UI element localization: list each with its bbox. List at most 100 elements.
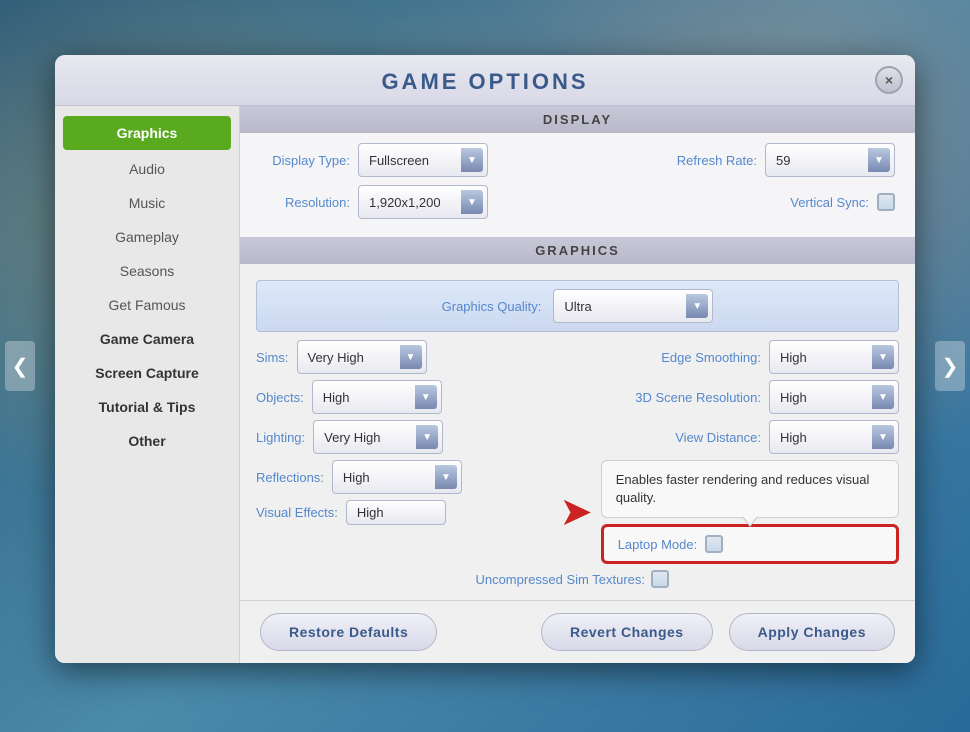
sims-arrow: ▼ bbox=[400, 345, 422, 369]
lighting-view-row: Lighting: Very High ▼ View Distance: Hig… bbox=[256, 420, 899, 454]
resolution-dropdown[interactable]: 1,920x1,200 ▼ bbox=[358, 185, 488, 219]
sidebar: Graphics Audio Music Gameplay Seasons Ge… bbox=[55, 106, 240, 663]
visual-effects-group: Visual Effects: High bbox=[256, 500, 539, 525]
lighting-group: Lighting: Very High ▼ bbox=[256, 420, 568, 454]
main-content: Display Display Type: Fullscreen ▼ Refre… bbox=[240, 106, 915, 663]
vertical-sync-group: Vertical Sync: bbox=[583, 193, 896, 211]
display-type-dropdown[interactable]: Fullscreen ▼ bbox=[358, 143, 488, 177]
refresh-rate-group: Refresh Rate: 59 ▼ bbox=[583, 143, 896, 177]
reflections-area: Reflections: High ▼ Visual Effects: bbox=[256, 460, 899, 564]
sidebar-item-graphics[interactable]: Graphics bbox=[63, 116, 231, 150]
view-distance-dropdown[interactable]: High ▼ bbox=[769, 420, 899, 454]
apply-changes-button[interactable]: Apply Changes bbox=[729, 613, 895, 651]
sidebar-item-tutorial-tips[interactable]: Tutorial & Tips bbox=[55, 390, 239, 424]
sidebar-item-get-famous[interactable]: Get Famous bbox=[55, 288, 239, 322]
graphics-quality-arrow: ▼ bbox=[686, 294, 708, 318]
display-type-arrow: ▼ bbox=[461, 148, 483, 172]
graphics-quality-row: Graphics Quality: Ultra ▼ bbox=[256, 280, 899, 332]
sims-group: Sims: Very High ▼ bbox=[256, 340, 568, 374]
footer-right-buttons: Revert Changes Apply Changes bbox=[541, 613, 895, 651]
laptop-mode-row: Laptop Mode: bbox=[601, 524, 899, 564]
display-type-label: Display Type: bbox=[260, 153, 350, 168]
laptop-mode-checkbox[interactable] bbox=[705, 535, 723, 553]
visual-effects-label: Visual Effects: bbox=[256, 505, 338, 520]
tooltip-box: Enables faster rendering and reduces vis… bbox=[601, 460, 899, 518]
tooltip-laptop-container: Enables faster rendering and reduces vis… bbox=[601, 460, 899, 564]
dialog-header: Game Options × bbox=[55, 55, 915, 106]
scene-res-arrow: ▼ bbox=[872, 385, 894, 409]
tooltip-area: ➤ Enables faster rendering and reduces v… bbox=[559, 460, 899, 564]
uncompressed-textures-label: Uncompressed Sim Textures: bbox=[475, 572, 645, 587]
reflections-visual-left: Reflections: High ▼ Visual Effects: bbox=[256, 460, 539, 564]
edge-smoothing-arrow: ▼ bbox=[872, 345, 894, 369]
resolution-label: Resolution: bbox=[260, 195, 350, 210]
sidebar-item-audio[interactable]: Audio bbox=[55, 152, 239, 186]
dialog-body: Graphics Audio Music Gameplay Seasons Ge… bbox=[55, 106, 915, 663]
view-distance-label: View Distance: bbox=[675, 430, 761, 445]
reflections-row: Reflections: High ▼ bbox=[256, 460, 539, 494]
vertical-sync-label: Vertical Sync: bbox=[790, 195, 869, 210]
objects-label: Objects: bbox=[256, 390, 304, 405]
sidebar-item-seasons[interactable]: Seasons bbox=[55, 254, 239, 288]
sims-dropdown[interactable]: Very High ▼ bbox=[297, 340, 427, 374]
red-arrow-container: ➤ bbox=[559, 492, 593, 532]
red-arrow-icon: ➤ bbox=[559, 492, 593, 532]
tooltip-tail-inner bbox=[743, 516, 757, 525]
lighting-dropdown[interactable]: Very High ▼ bbox=[313, 420, 443, 454]
edge-smoothing-label: Edge Smoothing: bbox=[661, 350, 761, 365]
display-settings: Display Type: Fullscreen ▼ Refresh Rate:… bbox=[240, 133, 915, 237]
game-options-dialog: Game Options × Graphics Audio Music Game… bbox=[55, 55, 915, 663]
revert-changes-button[interactable]: Revert Changes bbox=[541, 613, 713, 651]
reflections-dropdown[interactable]: High ▼ bbox=[332, 460, 462, 494]
visual-effects-dropdown[interactable]: High bbox=[346, 500, 446, 525]
sidebar-item-game-camera[interactable]: Game Camera bbox=[55, 322, 239, 356]
sims-label: Sims: bbox=[256, 350, 289, 365]
reflections-group: Reflections: High ▼ bbox=[256, 460, 539, 494]
restore-defaults-button[interactable]: Restore Defaults bbox=[260, 613, 437, 651]
visual-effects-row: Visual Effects: High bbox=[256, 500, 539, 525]
nav-arrow-right[interactable]: ❯ bbox=[935, 341, 965, 391]
graphics-quality-dropdown[interactable]: Ultra ▼ bbox=[553, 289, 713, 323]
resolution-arrow: ▼ bbox=[461, 190, 483, 214]
display-type-row: Display Type: Fullscreen ▼ Refresh Rate:… bbox=[260, 143, 895, 177]
sidebar-item-screen-capture[interactable]: Screen Capture bbox=[55, 356, 239, 390]
scene-res-dropdown[interactable]: High ▼ bbox=[769, 380, 899, 414]
scene-res-group: 3D Scene Resolution: High ▼ bbox=[588, 380, 900, 414]
uncompressed-textures-checkbox[interactable] bbox=[651, 570, 669, 588]
edge-smoothing-dropdown[interactable]: High ▼ bbox=[769, 340, 899, 374]
graphics-settings: Graphics Quality: Ultra ▼ Sims: Very Hig… bbox=[240, 264, 915, 600]
edge-smoothing-group: Edge Smoothing: High ▼ bbox=[588, 340, 900, 374]
uncompressed-textures-row: Uncompressed Sim Textures: bbox=[256, 570, 899, 588]
objects-group: Objects: High ▼ bbox=[256, 380, 568, 414]
graphics-quality-label: Graphics Quality: bbox=[442, 299, 542, 314]
view-distance-group: View Distance: High ▼ bbox=[588, 420, 900, 454]
display-section-header: Display bbox=[240, 106, 915, 133]
refresh-rate-dropdown[interactable]: 59 ▼ bbox=[765, 143, 895, 177]
sims-edge-row: Sims: Very High ▼ Edge Smoothing: High ▼ bbox=[256, 340, 899, 374]
objects-dropdown[interactable]: High ▼ bbox=[312, 380, 442, 414]
reflections-arrow: ▼ bbox=[435, 465, 457, 489]
vertical-sync-checkbox[interactable] bbox=[877, 193, 895, 211]
sidebar-item-other[interactable]: Other bbox=[55, 424, 239, 458]
nav-arrow-left[interactable]: ❮ bbox=[5, 341, 35, 391]
objects-scene-row: Objects: High ▼ 3D Scene Resolution: Hig… bbox=[256, 380, 899, 414]
dialog-title: Game Options bbox=[381, 69, 588, 94]
sidebar-item-music[interactable]: Music bbox=[55, 186, 239, 220]
resolution-group: Resolution: 1,920x1,200 ▼ bbox=[260, 185, 573, 219]
tooltip-text: Enables faster rendering and reduces vis… bbox=[616, 472, 870, 505]
dialog-footer: Restore Defaults Revert Changes Apply Ch… bbox=[240, 600, 915, 663]
view-distance-arrow: ▼ bbox=[872, 425, 894, 449]
objects-arrow: ▼ bbox=[415, 385, 437, 409]
resolution-row: Resolution: 1,920x1,200 ▼ Vertical Sync: bbox=[260, 185, 895, 219]
graphics-section-header: Graphics bbox=[240, 237, 915, 264]
refresh-rate-label: Refresh Rate: bbox=[677, 153, 757, 168]
scene-res-label: 3D Scene Resolution: bbox=[635, 390, 761, 405]
reflections-label: Reflections: bbox=[256, 470, 324, 485]
sidebar-item-gameplay[interactable]: Gameplay bbox=[55, 220, 239, 254]
display-type-group: Display Type: Fullscreen ▼ bbox=[260, 143, 573, 177]
lighting-label: Lighting: bbox=[256, 430, 305, 445]
lighting-arrow: ▼ bbox=[416, 425, 438, 449]
laptop-mode-label: Laptop Mode: bbox=[618, 537, 698, 552]
refresh-rate-arrow: ▼ bbox=[868, 148, 890, 172]
close-button[interactable]: × bbox=[875, 66, 903, 94]
